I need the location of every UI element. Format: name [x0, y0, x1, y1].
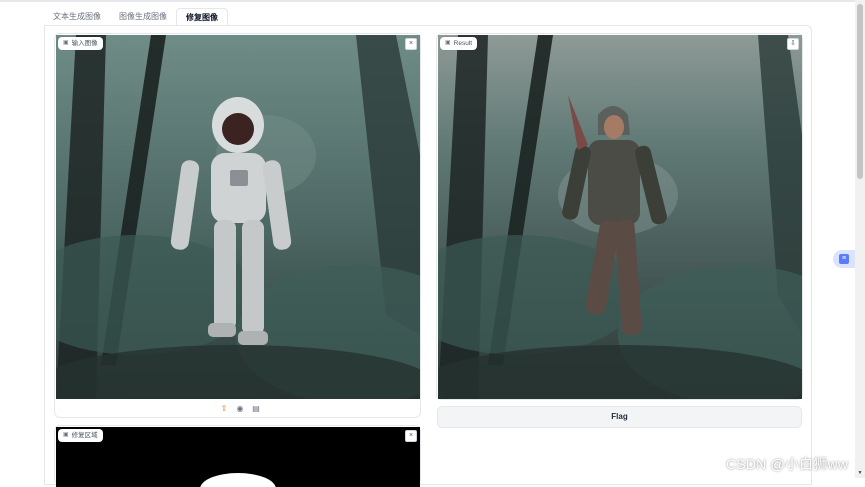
tab-bar: 文本生成图像 图像生成图像 修复图像	[44, 8, 228, 26]
result-image-preview[interactable]: ▣ Result ⇩	[438, 35, 802, 399]
webcam-icon[interactable]: ◉	[235, 404, 245, 414]
mask-image-label: ▣ 修复区域	[58, 429, 103, 442]
top-border	[0, 0, 865, 2]
input-image-label: ▣ 输入图像	[58, 37, 103, 50]
tab-inpaint[interactable]: 修复图像	[176, 8, 228, 26]
astronaut-jungle-image	[56, 35, 420, 399]
mask-shape-image	[200, 473, 276, 487]
translate-icon: ≡	[839, 254, 849, 264]
image-icon: ▣	[445, 40, 451, 46]
flag-button[interactable]: Flag	[437, 406, 802, 428]
mask-image-preview[interactable]: ▣ 修复区域 ×	[56, 427, 420, 487]
mask-image-block: ▣ 修复区域 ×	[54, 425, 421, 487]
clear-input-image-button[interactable]: ×	[405, 38, 417, 50]
tab-text-to-image[interactable]: 文本生成图像	[44, 8, 110, 26]
clear-mask-button[interactable]: ×	[405, 430, 417, 442]
scroll-down-icon[interactable]: ▼	[857, 470, 863, 476]
tab-image-to-image[interactable]: 图像生成图像	[110, 8, 176, 26]
result-image-block: ▣ Result ⇩	[436, 33, 803, 400]
image-icon: ▣	[63, 432, 69, 438]
watermark: CSDN @小白狮ww	[726, 456, 849, 472]
input-image-block: ▣ 输入图像 × ⇧ ◉ ▤	[54, 33, 421, 418]
scrollbar-thumb[interactable]	[857, 4, 863, 179]
input-image-preview[interactable]: ▣ 输入图像 ×	[56, 35, 420, 399]
clipboard-icon[interactable]: ▤	[251, 404, 261, 414]
wanderer-jungle-image	[438, 35, 802, 399]
scrollbar[interactable]: ▼	[855, 0, 865, 478]
floating-assistant-button[interactable]: ≡	[833, 250, 855, 268]
source-toolbar: ⇧ ◉ ▤	[219, 404, 261, 414]
upload-icon[interactable]: ⇧	[219, 404, 229, 414]
result-image-label: ▣ Result	[440, 37, 478, 50]
image-icon: ▣	[63, 40, 69, 46]
download-result-button[interactable]: ⇩	[787, 38, 799, 50]
